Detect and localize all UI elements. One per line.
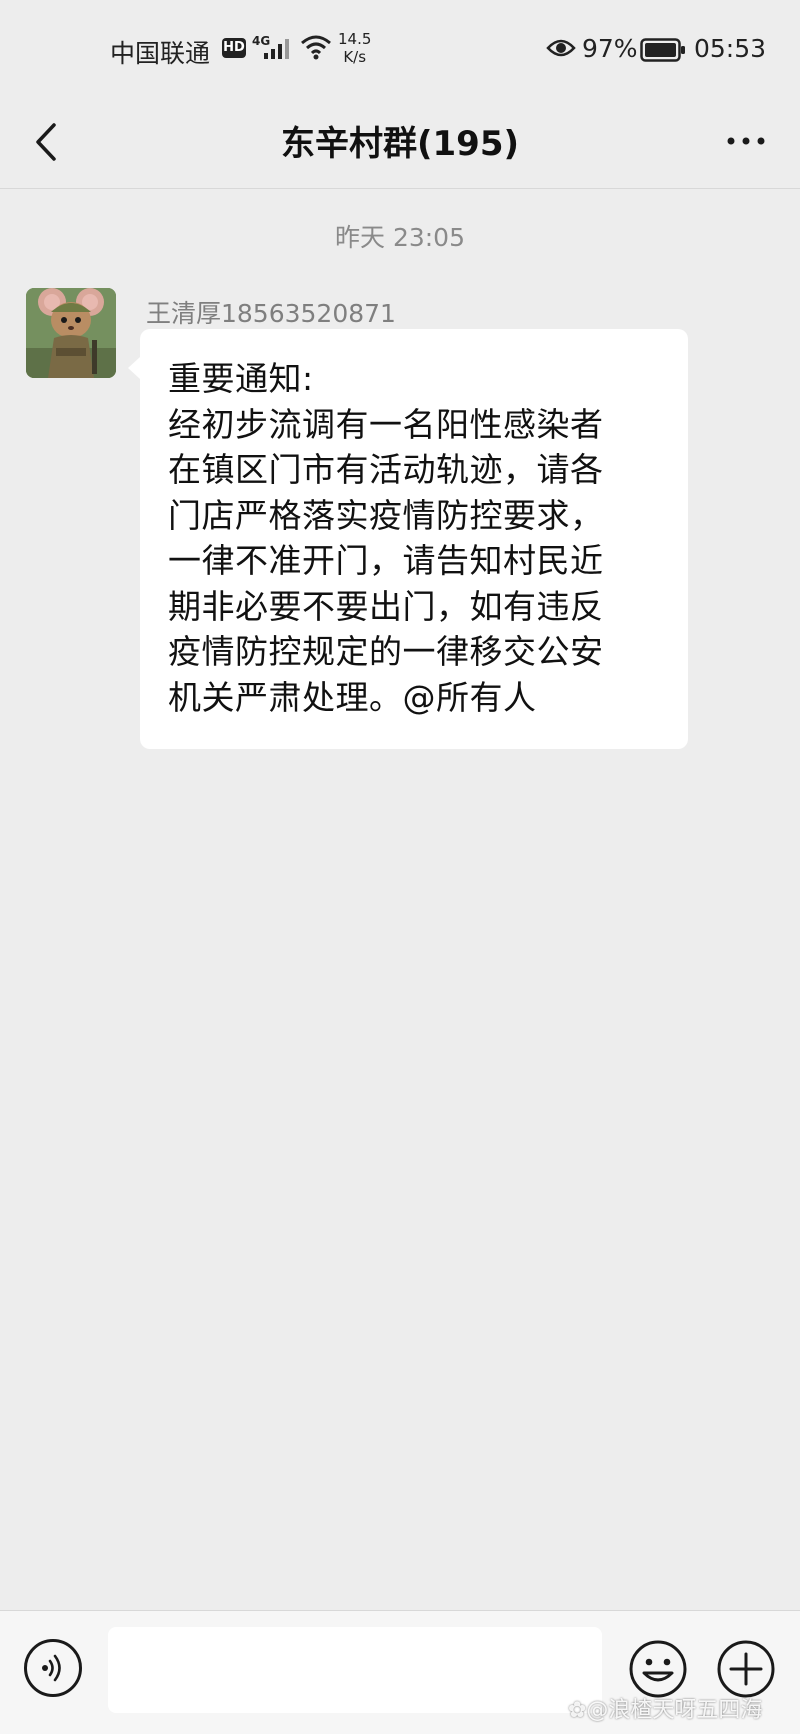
message-text-input[interactable] <box>108 1627 602 1713</box>
network-speed: 14.5 K/s <box>338 30 371 66</box>
status-bar: 中国联通 HD 4G 14.5 K/s 97% 05:53 <box>0 0 800 96</box>
sender-avatar[interactable] <box>26 288 116 378</box>
message-line: 重要通知: <box>168 359 314 398</box>
wifi-icon <box>300 34 332 64</box>
message-timestamp: 昨天 23:05 <box>335 223 465 252</box>
smiley-face-icon <box>629 1640 687 1698</box>
message-line: 期非必要不要出门，如有违反 <box>168 586 604 626</box>
eye-icon <box>546 37 576 63</box>
message-line: 门店严格落实疫情防控要求， <box>168 495 604 535</box>
voice-input-button[interactable] <box>24 1639 82 1697</box>
source-watermark: ✿@浪楂天呀五四海 <box>568 1698 763 1723</box>
mouse-avatar-image <box>26 288 116 378</box>
sender-name: 王清厚18563520871 <box>146 299 396 328</box>
network-speed-value: 14.5 <box>338 30 372 48</box>
battery-percentage: 97% <box>582 34 638 63</box>
more-dots-icon <box>727 137 765 145</box>
network-speed-unit: K/s <box>343 48 367 66</box>
carrier-name: 中国联通 <box>110 39 211 68</box>
emoji-button[interactable] <box>628 1639 688 1699</box>
message-line: 一律不准开门，请告知村民近 <box>168 541 604 580</box>
hd-badge: HD <box>222 38 246 58</box>
more-functions-button[interactable] <box>716 1639 776 1699</box>
message-line: 疫情防控规定的一律移交公安 <box>168 632 604 671</box>
battery-icon <box>640 38 686 66</box>
chat-header: 东辛村群(195) <box>0 96 800 189</box>
message-line: 在镇区门市有活动轨迹，请各 <box>168 450 604 489</box>
message-line: 经初步流调有一名阳性感染者 <box>168 404 604 444</box>
more-options-button[interactable] <box>714 118 778 164</box>
message-line: 机关严肃处理。@所有人 <box>168 677 537 717</box>
plus-circle-icon <box>717 1640 775 1698</box>
voice-wave-icon <box>42 1654 61 1682</box>
clock-time: 05:53 <box>694 34 767 63</box>
signal-icon <box>262 36 294 64</box>
message-bubble[interactable]: 重要通知: 经初步流调有一名阳性感染者 在镇区门市有活动轨迹，请各 门店严格落实… <box>128 329 688 749</box>
chat-title: 东辛村群(195) <box>280 124 520 164</box>
